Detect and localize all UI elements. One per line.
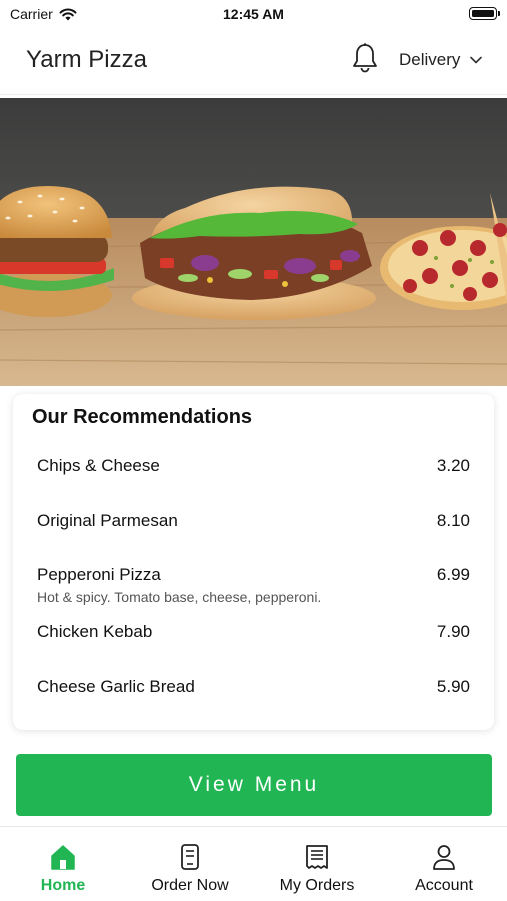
nav-my-orders[interactable]: My Orders xyxy=(254,827,380,901)
nav-my-orders-label: My Orders xyxy=(279,877,355,894)
item-price: 7.90 xyxy=(436,622,470,641)
item-name: Chips & Cheese xyxy=(37,456,160,475)
home-icon xyxy=(51,845,75,870)
item-name: Original Parmesan xyxy=(37,511,178,530)
burger-image xyxy=(0,186,114,317)
item-name: Chicken Kebab xyxy=(37,622,153,641)
recommendation-item-chicken-kebab[interactable]: Chicken Kebab 7.90 xyxy=(37,622,470,642)
item-name: Cheese Garlic Bread xyxy=(37,677,195,696)
receipt-icon xyxy=(306,845,328,869)
item-description: Hot & spicy. Tomato base, cheese, pepper… xyxy=(37,589,322,605)
chevron-down-icon xyxy=(470,56,483,64)
delivery-label: Delivery xyxy=(399,50,461,69)
recommendations-card: Our Recommendations Chips & Cheese 3.20 … xyxy=(13,394,494,730)
app-title: Yarm Pizza xyxy=(26,46,147,73)
view-menu-button[interactable]: View Menu xyxy=(16,754,492,816)
item-price: 8.10 xyxy=(436,511,470,530)
recommendation-item-pepperoni-pizza[interactable]: Pepperoni Pizza Hot & spicy. Tomato base… xyxy=(37,565,470,605)
app-header: Yarm Pizza Delivery xyxy=(0,30,507,95)
item-price: 5.90 xyxy=(436,677,470,696)
nav-account[interactable]: Account xyxy=(381,827,507,901)
recommendation-item-chips-cheese[interactable]: Chips & Cheese 3.20 xyxy=(37,456,470,476)
recommendation-item-cheese-garlic-bread[interactable]: Cheese Garlic Bread 5.90 xyxy=(37,677,470,697)
hero-food-image xyxy=(0,98,507,386)
item-price: 3.20 xyxy=(436,456,470,475)
delivery-dropdown[interactable]: Delivery xyxy=(399,50,483,70)
item-price: 6.99 xyxy=(436,565,470,584)
order-icon xyxy=(181,844,199,870)
nav-order-now-label: Order Now xyxy=(151,877,229,894)
person-icon xyxy=(433,845,455,870)
nav-order-now[interactable]: Order Now xyxy=(127,827,253,901)
status-time: 12:45 AM xyxy=(223,6,284,22)
nav-home[interactable]: Home xyxy=(0,827,126,901)
nav-home-label: Home xyxy=(40,877,86,894)
status-bar: Carrier 12:45 AM xyxy=(0,0,507,30)
bottom-nav: Home Order Now My Orders Account xyxy=(0,826,507,901)
bell-icon[interactable] xyxy=(350,42,380,74)
battery-icon xyxy=(469,7,500,20)
item-name: Pepperoni Pizza xyxy=(37,565,161,584)
hero-banner xyxy=(0,98,507,386)
nav-account-label: Account xyxy=(415,877,473,894)
recommendations-title: Our Recommendations xyxy=(32,406,253,428)
recommendation-item-original-parmesan[interactable]: Original Parmesan 8.10 xyxy=(37,511,470,531)
